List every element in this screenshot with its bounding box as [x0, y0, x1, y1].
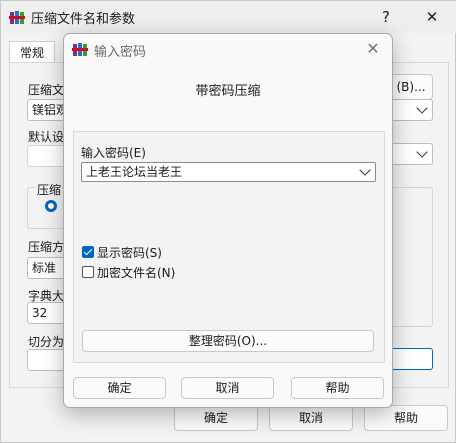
- dialog-ok-button[interactable]: 确定: [73, 377, 166, 399]
- split-label: 切分为: [28, 335, 65, 349]
- password-set-button[interactable]: [391, 348, 433, 370]
- encrypt-names-label: 加密文件名(N): [97, 266, 176, 280]
- main-titlebar: 压缩文件名和参数 ? ✕: [1, 1, 456, 33]
- chevron-down-icon: [359, 164, 371, 176]
- close-window-button[interactable]: ✕: [417, 2, 447, 32]
- help-title-button[interactable]: ?: [371, 2, 401, 32]
- checkmark-icon: [83, 246, 93, 256]
- archive-options-group: [391, 187, 433, 327]
- winrar-app-icon: [72, 43, 88, 56]
- default-settings-label: 默认设: [28, 130, 65, 144]
- show-password-checkbox[interactable]: [82, 246, 94, 258]
- password-input[interactable]: 上老王论坛当老王: [81, 162, 376, 182]
- password-label: 输入密码(E): [81, 146, 146, 160]
- password-value: 上老王论坛当老王: [86, 165, 183, 179]
- show-password-label: 显示密码(S): [97, 246, 162, 260]
- dialog-title: 输入密码: [94, 45, 147, 60]
- split-input[interactable]: [27, 349, 67, 371]
- chevron-down-icon: [416, 146, 428, 158]
- archive-name-label: 压缩文: [28, 83, 65, 97]
- method-dropdown[interactable]: 标准: [27, 257, 67, 279]
- dialog-cancel-button[interactable]: 取消: [181, 377, 274, 399]
- archive-format-label: 压缩: [36, 181, 63, 198]
- method-label: 压缩方: [28, 240, 65, 254]
- profiles-button[interactable]: [27, 145, 67, 167]
- rar-format-radio[interactable]: [45, 200, 57, 212]
- main-help-button[interactable]: 帮助: [364, 405, 448, 431]
- dialog-close-button[interactable]: ✕: [362, 38, 384, 60]
- password-dialog: 输入密码 ✕ 带密码压缩 输入密码(E) 上老王论坛当老王 显示密码(S) 加密…: [63, 33, 393, 408]
- dialog-help-button[interactable]: 帮助: [291, 377, 384, 399]
- winrar-app-icon: [9, 11, 25, 24]
- main-window-title: 压缩文件名和参数: [31, 12, 136, 27]
- chevron-down-icon: [416, 102, 428, 114]
- update-mode-dropdown[interactable]: [391, 143, 433, 165]
- organize-passwords-button[interactable]: 整理密码(O)...: [82, 330, 374, 352]
- dialog-header: 带密码压缩: [195, 84, 261, 99]
- main-cancel-button[interactable]: 取消: [269, 405, 353, 431]
- dictionary-dropdown[interactable]: 32: [27, 302, 67, 324]
- encrypt-names-checkbox[interactable]: [82, 266, 94, 278]
- tab-general[interactable]: 常规: [9, 41, 55, 64]
- browse-button[interactable]: (B)...: [389, 74, 433, 100]
- archive-name-dropdown[interactable]: [391, 99, 433, 121]
- main-ok-button[interactable]: 确定: [174, 405, 258, 431]
